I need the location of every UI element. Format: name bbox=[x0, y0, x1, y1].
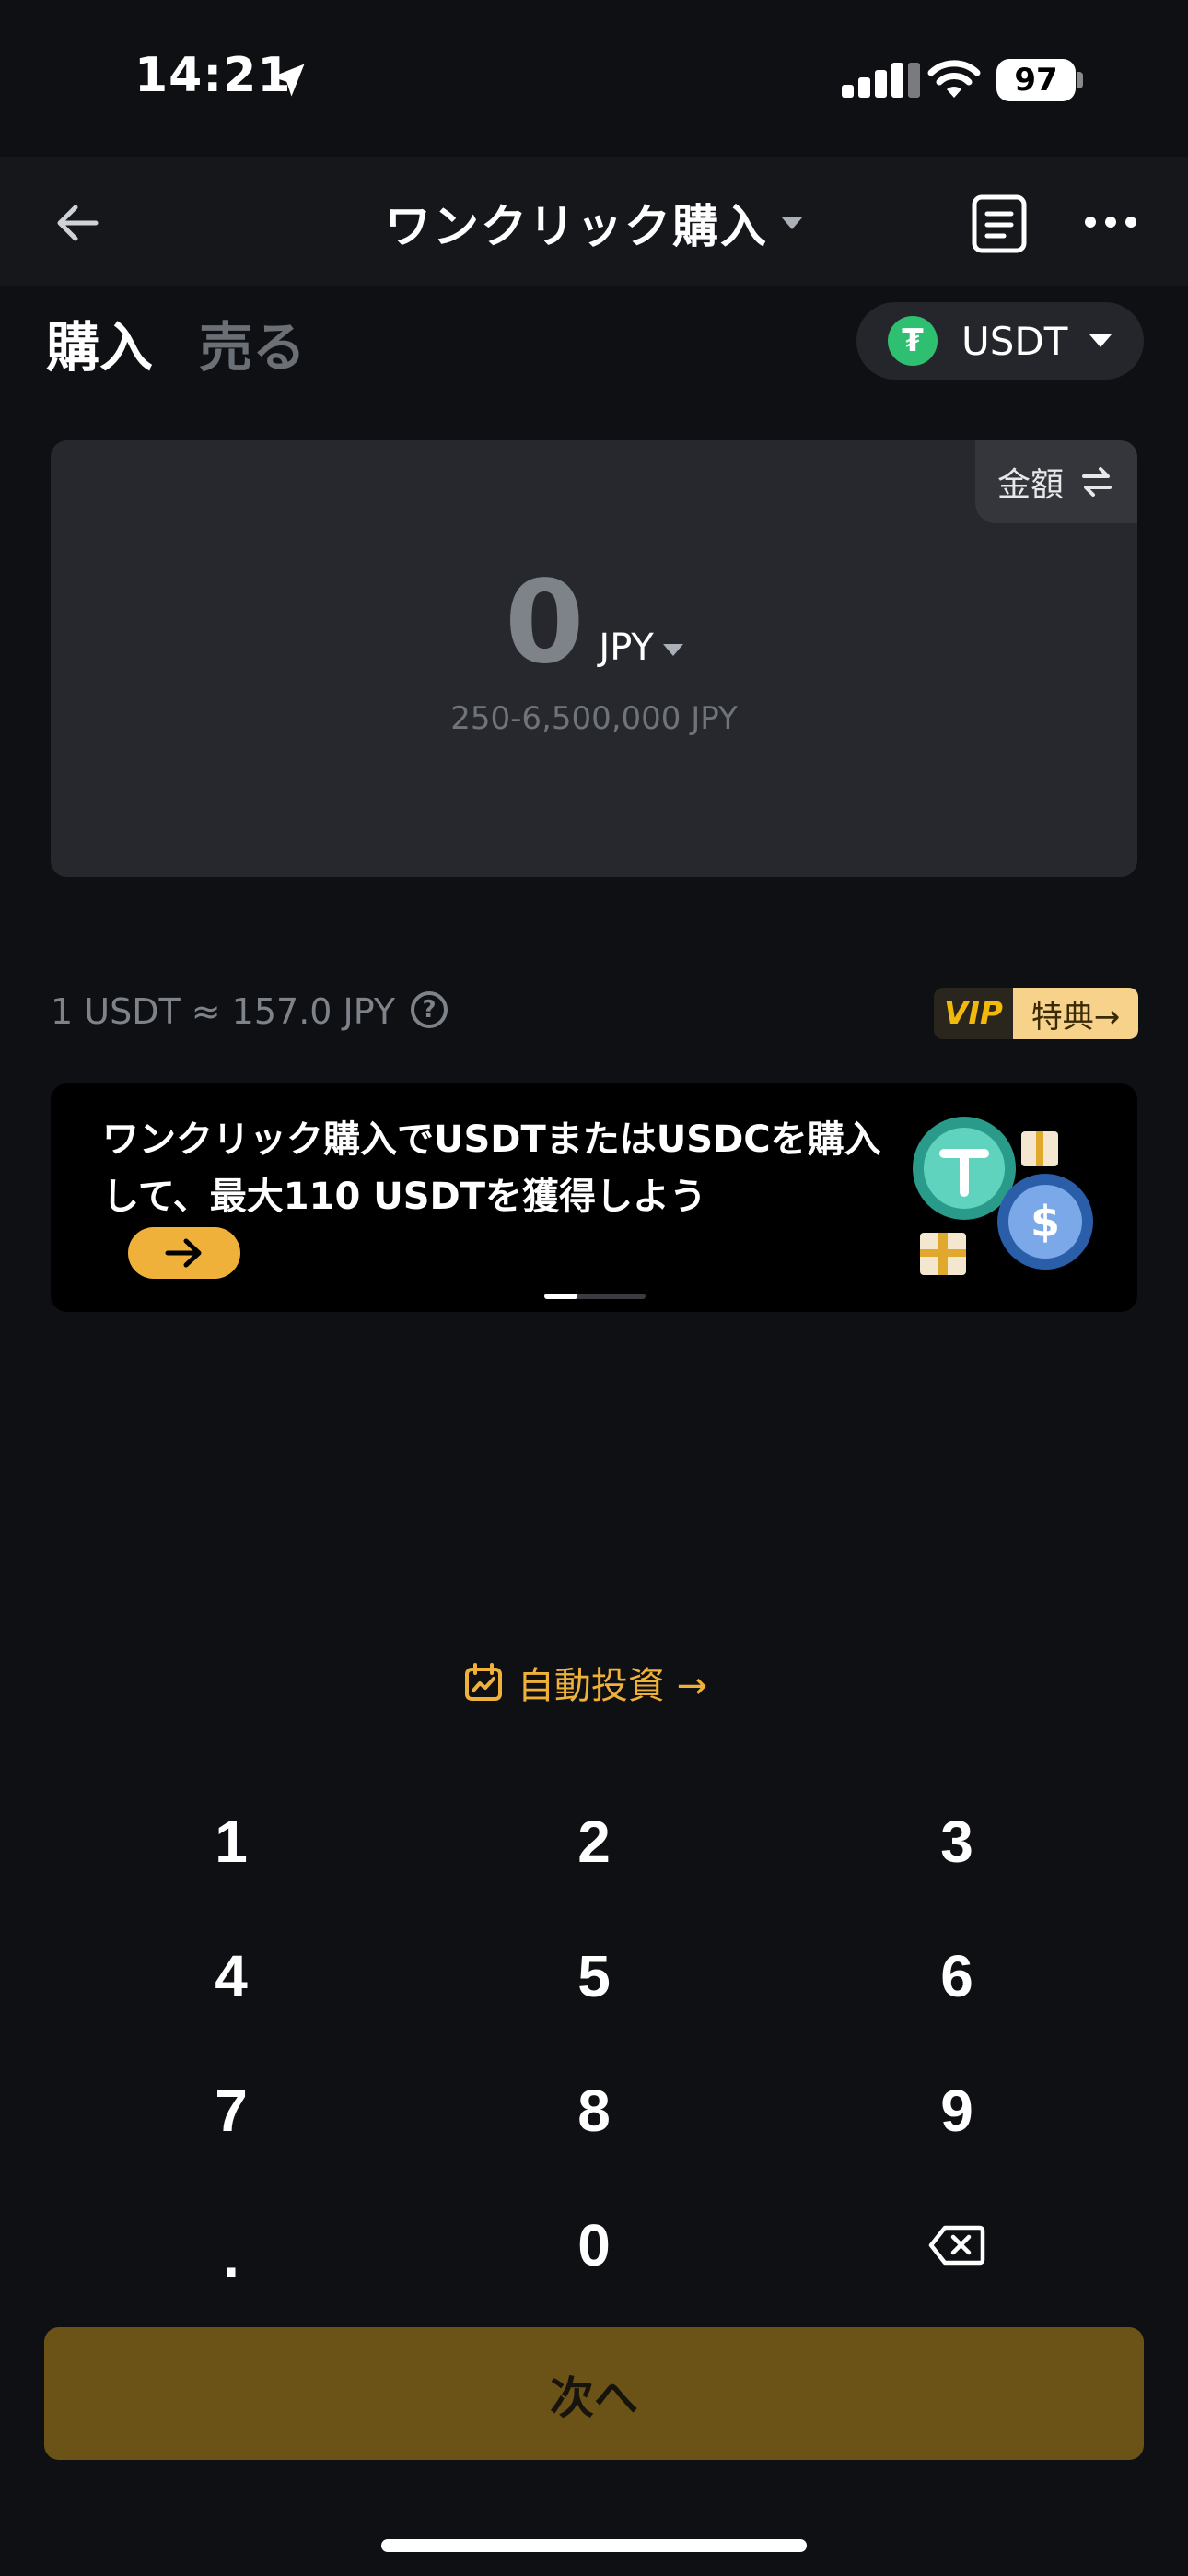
usdt-logo-icon: ₮ bbox=[888, 316, 938, 366]
vip-perk-label: 特典→ bbox=[1013, 988, 1138, 1039]
amount-mode-label: 金額 bbox=[996, 466, 1064, 504]
key-3[interactable]: 3 bbox=[819, 1791, 1095, 1892]
vip-perks-badge[interactable]: VIP 特典→ bbox=[934, 988, 1138, 1039]
key-0[interactable]: 0 bbox=[456, 2195, 732, 2296]
key-9[interactable]: 9 bbox=[819, 2060, 1095, 2161]
status-time: 14:21 bbox=[134, 48, 292, 103]
battery-level: 97 bbox=[1014, 62, 1058, 99]
auto-invest-label: 自動投資 → bbox=[517, 1665, 708, 1707]
order-history-icon[interactable] bbox=[971, 193, 1028, 254]
key-8[interactable]: 8 bbox=[456, 2060, 732, 2161]
key-1[interactable]: 1 bbox=[93, 1791, 369, 1892]
key-6[interactable]: 6 bbox=[819, 1926, 1095, 2027]
promo-arrow-button[interactable] bbox=[128, 1227, 240, 1279]
stablecoin-gift-illustration: $ bbox=[913, 1117, 1093, 1275]
calendar-chart-icon bbox=[464, 1663, 502, 1701]
status-bar: 14:21 97 bbox=[0, 0, 1188, 157]
tab-sell[interactable]: 売る bbox=[199, 304, 306, 381]
home-indicator bbox=[381, 2539, 807, 2552]
chevron-down-icon bbox=[1089, 334, 1112, 347]
coin-selector[interactable]: ₮ USDT bbox=[856, 302, 1144, 380]
amount-range: 250-6,500,000 JPY bbox=[450, 700, 738, 737]
battery-cap bbox=[1077, 72, 1083, 88]
key-5[interactable]: 5 bbox=[456, 1926, 732, 2027]
auto-invest-link[interactable]: 自動投資 → bbox=[0, 1655, 1188, 1710]
key-backspace[interactable] bbox=[819, 2195, 1095, 2296]
promo-text: ワンクリック購入でUSDTまたはUSDCを購入して、最大110 USDTを獲得し… bbox=[102, 1118, 881, 1218]
help-icon[interactable]: ? bbox=[411, 991, 448, 1028]
amount-mode-toggle[interactable]: 金額 bbox=[975, 440, 1137, 523]
svg-text:$: $ bbox=[1031, 1197, 1060, 1247]
wifi-icon bbox=[927, 60, 981, 98]
swap-icon bbox=[1082, 467, 1112, 497]
vip-label: VIP bbox=[934, 988, 1013, 1039]
tab-buy[interactable]: 購入 bbox=[46, 304, 153, 381]
amount-value: 0 bbox=[505, 556, 585, 689]
next-button[interactable]: 次へ bbox=[44, 2327, 1144, 2460]
more-icon[interactable] bbox=[1083, 208, 1138, 236]
chevron-down-icon bbox=[662, 644, 683, 656]
exchange-rate: 1 USDT ≈ 157.0 JPY bbox=[51, 991, 396, 1032]
key-4[interactable]: 4 bbox=[93, 1926, 369, 2027]
fiat-currency[interactable]: JPY bbox=[599, 626, 653, 669]
backspace-icon bbox=[928, 2225, 985, 2266]
coin-symbol: USDT bbox=[961, 318, 1068, 364]
battery-icon: 97 bbox=[996, 59, 1076, 101]
carousel-indicator bbox=[544, 1294, 646, 1299]
page-title: ワンクリック購入 bbox=[385, 200, 768, 253]
key-7[interactable]: 7 bbox=[93, 2060, 369, 2161]
arrow-right-icon bbox=[165, 1238, 202, 1268]
location-arrow-icon bbox=[272, 64, 305, 97]
key-2[interactable]: 2 bbox=[456, 1791, 732, 1892]
amount-input[interactable]: 0 JPY bbox=[51, 551, 1137, 680]
promo-banner[interactable]: ワンクリック購入でUSDTまたはUSDCを購入して、最大110 USDTを獲得し… bbox=[51, 1083, 1137, 1312]
chevron-down-icon bbox=[781, 217, 803, 229]
amount-card: 金額 0 JPY 250-6,500,000 JPY bbox=[51, 440, 1137, 877]
key-decimal[interactable]: . bbox=[93, 2206, 369, 2307]
